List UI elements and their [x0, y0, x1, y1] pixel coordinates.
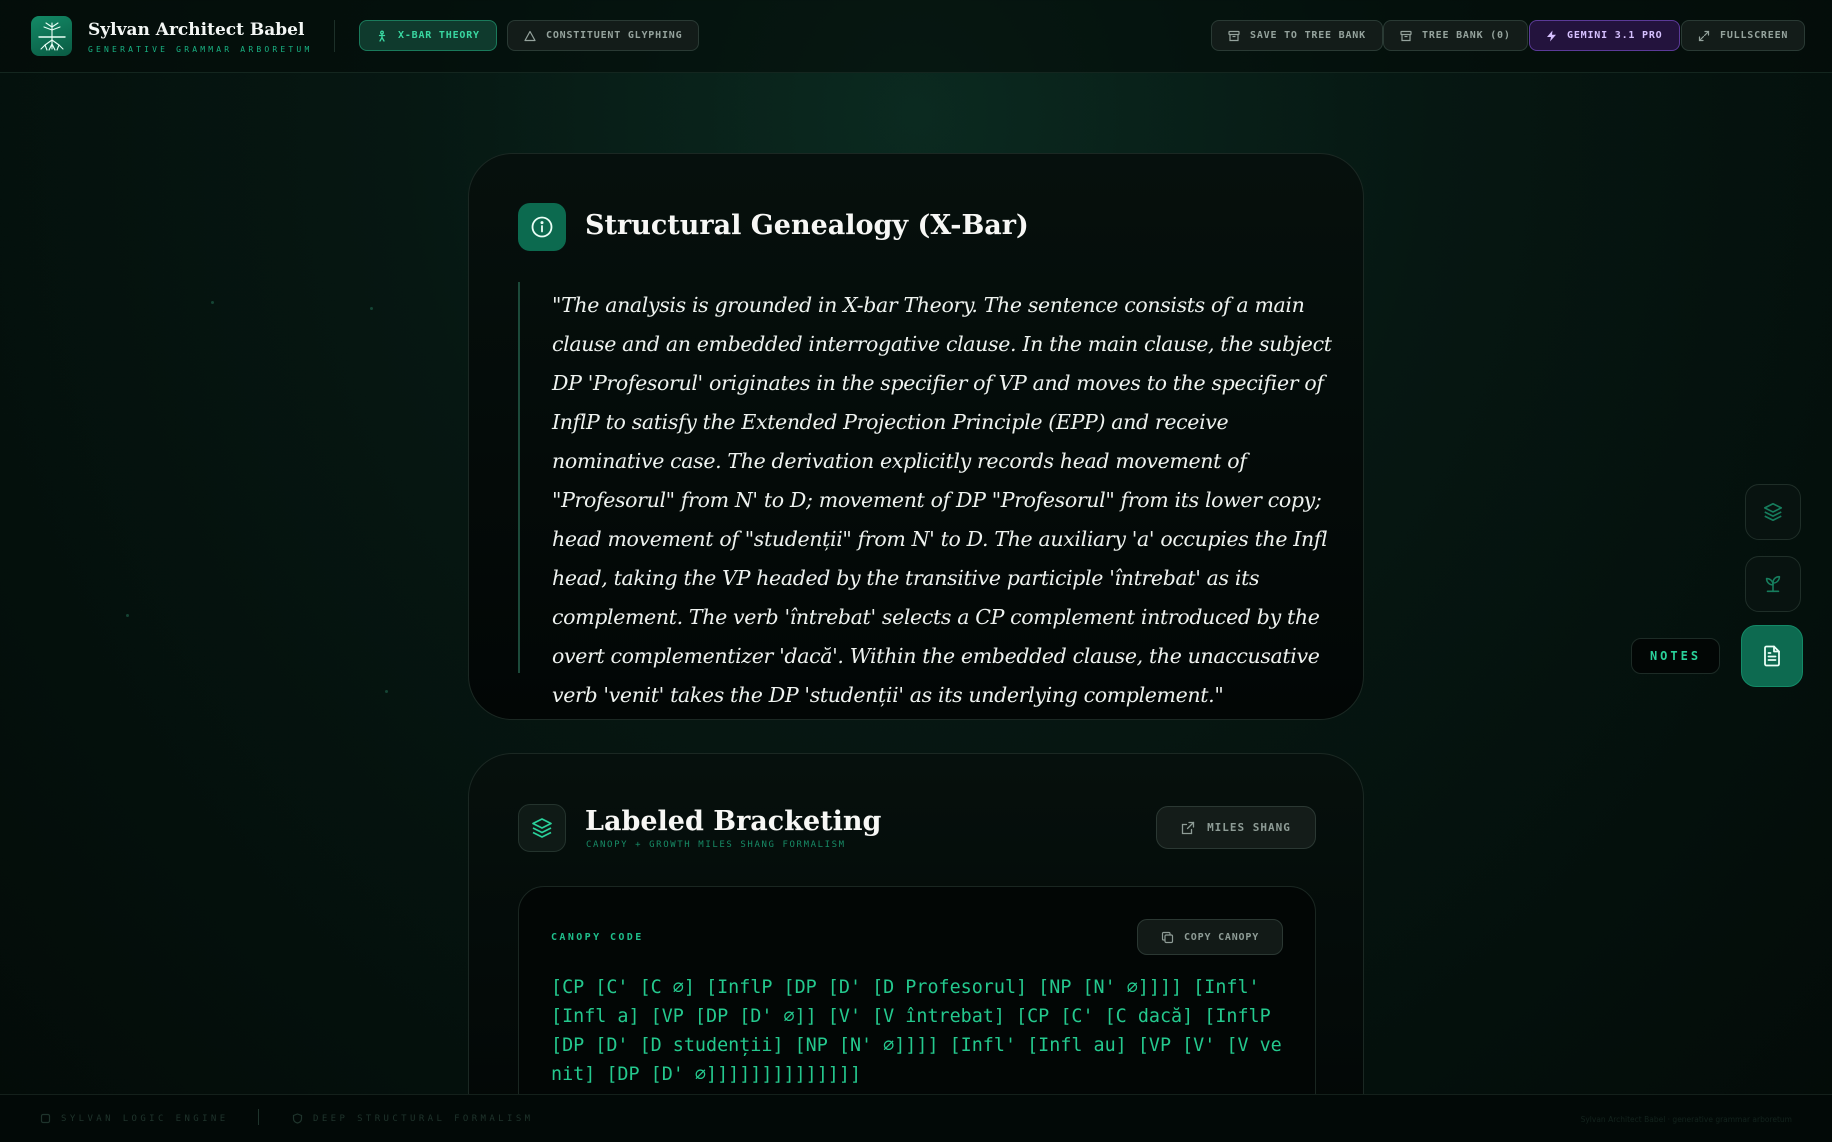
button-label: TREE BANK (0) [1422, 30, 1511, 41]
lightning-icon [1547, 30, 1556, 41]
app-title: Sylvan Architect Babel [88, 20, 305, 40]
layers-icon [1763, 502, 1783, 522]
structural-genealogy-card: Structural Genealogy (X-Bar) "The analys… [468, 153, 1364, 720]
background-sparkle [370, 307, 373, 310]
button-label: COPY CANOPY [1183, 931, 1260, 943]
button-label: SAVE TO TREE BANK [1250, 30, 1366, 41]
chip-icon [40, 1113, 51, 1124]
code-label: CANOPY CODE [551, 932, 644, 943]
tree-logo-icon [31, 16, 72, 56]
copy-icon [1161, 931, 1174, 943]
footer-label: DEEP STRUCTURAL FORMALISM [313, 1113, 534, 1124]
status-footer: SYLVAN LOGIC ENGINE DEEP STRUCTURAL FORM… [0, 1094, 1832, 1142]
tree-bank-button[interactable]: TREE BANK (0) [1383, 20, 1528, 51]
footer-right-text: Sylvan Architect Babel · generative gram… [1580, 1115, 1792, 1124]
app-subtitle: GENERATIVE GRAMMAR ARBORETUM [88, 45, 313, 54]
card-title: Labeled Bracketing [585, 806, 882, 837]
header-divider [334, 20, 335, 52]
canopy-code[interactable]: [CP [C' [C ∅] [InflP [DP [D' [D Profesor… [551, 973, 1286, 1089]
footer-divider [258, 1109, 259, 1125]
card-title: Structural Genealogy (X-Bar) [585, 210, 1029, 241]
notes-tooltip: NOTES [1631, 638, 1720, 674]
archive-icon [1400, 30, 1412, 41]
button-label: GEMINI 3.1 PRO [1567, 30, 1663, 41]
top-bar: Sylvan Architect Babel GENERATIVE GRAMMA… [0, 0, 1832, 73]
expand-icon [1698, 30, 1710, 41]
external-link-icon [1181, 821, 1195, 834]
tab-constituent-glyphing[interactable]: CONSTITUENT GLYPHING [507, 20, 700, 51]
sprout-icon [1765, 575, 1781, 593]
footer-formalism: DEEP STRUCTURAL FORMALISM [292, 1113, 533, 1124]
footer-engine: SYLVAN LOGIC ENGINE [40, 1113, 229, 1124]
save-to-tree-bank-button[interactable]: SAVE TO TREE BANK [1211, 20, 1383, 51]
labeled-bracketing-card: Labeled Bracketing CANOPY + GROWTH MILES… [468, 753, 1364, 1142]
rail-sprout-button[interactable] [1745, 556, 1801, 612]
archive-icon [1228, 30, 1240, 41]
figure-icon [378, 30, 386, 42]
quote-rule [518, 282, 520, 673]
analysis-quote: "The analysis is grounded in X-bar Theor… [552, 293, 1332, 707]
button-label: MILES SHANG [1207, 821, 1291, 834]
background-sparkle [211, 301, 214, 304]
info-icon [518, 203, 566, 251]
button-label: FULLSCREEN [1720, 30, 1789, 41]
rail-notes-button[interactable] [1741, 625, 1803, 687]
tab-x-bar-theory[interactable]: X-BAR THEORY [359, 20, 497, 51]
background-sparkle [126, 614, 129, 617]
background-sparkle [385, 690, 388, 693]
copy-canopy-button[interactable]: COPY CANOPY [1137, 919, 1283, 955]
fullscreen-button[interactable]: FULLSCREEN [1681, 20, 1806, 51]
card-subtitle: CANOPY + GROWTH MILES SHANG FORMALISM [586, 840, 846, 850]
rail-layers-button[interactable] [1745, 484, 1801, 540]
miles-shang-button[interactable]: MILES SHANG [1156, 806, 1316, 849]
layers-icon [518, 804, 566, 852]
triangle-icon [524, 30, 536, 41]
footer-label: SYLVAN LOGIC ENGINE [61, 1113, 229, 1124]
document-icon [1764, 645, 1780, 667]
tab-label: CONSTITUENT GLYPHING [546, 30, 683, 41]
shield-icon [292, 1113, 303, 1124]
model-selector-button[interactable]: GEMINI 3.1 PRO [1529, 20, 1680, 51]
tab-label: X-BAR THEORY [398, 30, 480, 41]
